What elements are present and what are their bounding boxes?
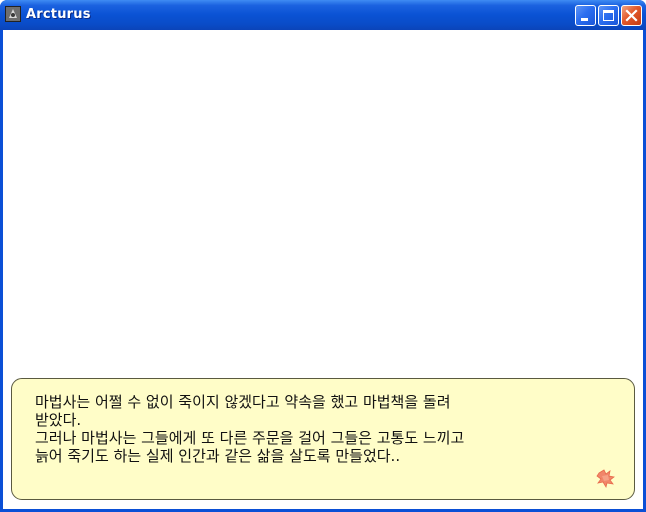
dialog-line: 늙어 죽기도 하는 실제 인간과 같은 삶을 살도록 만들었다..: [35, 447, 401, 465]
maximize-icon: [603, 10, 614, 21]
dialog-line: 그러나 마법사는 그들에게 또 다른 주문을 걸어 그들은 고통도 느끼고: [35, 429, 465, 447]
dialog-line: 마법사는 어쩔 수 없이 죽이지 않겠다고 약속을 했고 마법책을 돌려: [35, 393, 451, 411]
minimize-button[interactable]: [575, 5, 596, 26]
dialog-text: 마법사는 어쩔 수 없이 죽이지 않겠다고 약속을 했고 마법책을 돌려 받았다…: [35, 393, 595, 465]
title-bar[interactable]: Arcturus: [0, 0, 646, 30]
minimize-icon: [581, 18, 588, 21]
close-button[interactable]: [621, 5, 642, 26]
game-viewport[interactable]: 마법사는 어쩔 수 없이 죽이지 않겠다고 약속을 했고 마법책을 돌려 받았다…: [3, 30, 643, 509]
dialog-box[interactable]: 마법사는 어쩔 수 없이 죽이지 않겠다고 약속을 했고 마법책을 돌려 받았다…: [11, 378, 635, 500]
close-icon: [625, 9, 638, 22]
app-window: Arcturus 마법사는 어쩔 수 없이 죽이지 않겠다고 약속을 했고 마법…: [0, 0, 646, 512]
next-arrow-icon[interactable]: [595, 467, 617, 489]
maximize-button[interactable]: [598, 5, 619, 26]
window-title: Arcturus: [26, 7, 91, 22]
app-icon[interactable]: [5, 6, 21, 22]
dialog-line: 받았다.: [35, 411, 82, 429]
